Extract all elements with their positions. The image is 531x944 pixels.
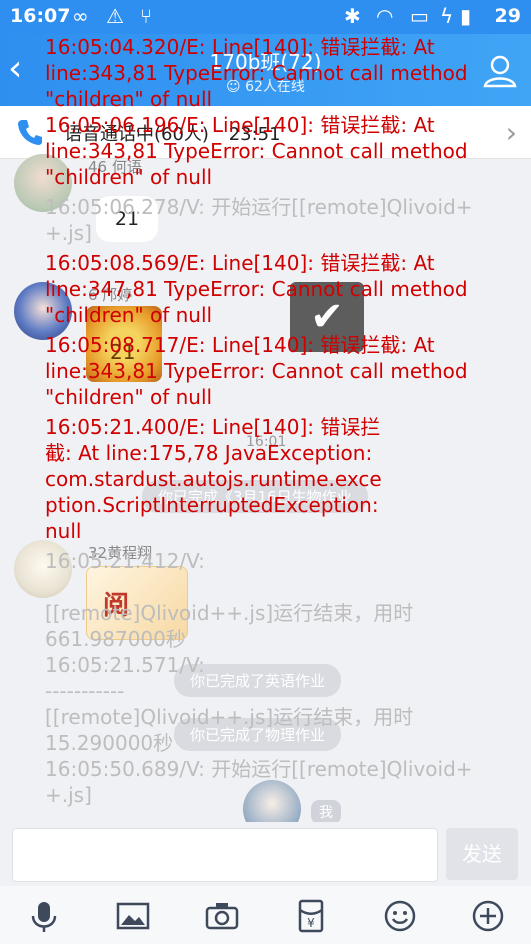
online-icon: ☺ <box>226 79 241 95</box>
usb-icon: ⑂ <box>140 4 152 28</box>
avatar[interactable] <box>14 282 72 340</box>
call-status: 语音通话中(60人) 23:51 <box>64 120 281 146</box>
avatar[interactable] <box>14 540 72 598</box>
system-message: 你已完成了英语作业 <box>174 664 342 697</box>
voice-call-bar[interactable]: 语音通话中(60人) 23:51 › <box>0 106 531 159</box>
camera-icon[interactable] <box>204 898 240 934</box>
sticker-text: 阅 <box>103 591 130 621</box>
charging-icon: ϟ <box>440 4 454 28</box>
avatar[interactable] <box>14 154 72 212</box>
battery-level: 29 <box>494 5 521 27</box>
system-message: 你已完成了物理作业 <box>174 718 342 751</box>
chevron-right-icon: › <box>505 116 517 149</box>
online-text: 62人在线 <box>245 79 305 95</box>
emoji-icon[interactable] <box>382 898 418 934</box>
infinity-icon: ∞ <box>72 4 89 28</box>
group-members-icon[interactable] <box>481 52 519 90</box>
system-message: 你已完成《3月16日生物作业 <box>142 480 368 513</box>
red-packet-icon[interactable]: ¥ <box>293 898 329 934</box>
status-time: 16:07 <box>10 5 71 27</box>
sender-name: 32黄程翔 <box>88 544 153 562</box>
call-duration: 23:51 <box>228 124 281 145</box>
sticker-image[interactable]: 21 <box>86 306 162 382</box>
send-button[interactable]: 发送 <box>446 828 518 880</box>
group-title[interactable]: 170b班(72) <box>0 46 531 75</box>
sticker-image[interactable]: 阅 <box>86 566 188 640</box>
message-input[interactable] <box>12 828 438 882</box>
chat-toolbar: ¥ <box>0 886 531 944</box>
message-bubble[interactable]: 21 <box>96 196 158 242</box>
bluetooth-icon: ✱ <box>344 4 361 28</box>
sender-name: 46 何语 <box>88 158 142 176</box>
online-count: ☺ 62人在线 <box>0 76 531 96</box>
wifi-icon: ◠ <box>376 4 394 28</box>
sticker-text: 21 <box>110 340 136 364</box>
plus-icon[interactable] <box>470 898 506 934</box>
me-label: 我 <box>311 800 341 824</box>
screen-icon: ▭ <box>410 4 429 28</box>
call-label: 语音通话中(60人) <box>64 124 209 145</box>
battery-icon: ▮ <box>460 4 472 28</box>
image-icon[interactable] <box>115 898 151 934</box>
sender-name: 6 邝婷 <box>88 286 133 304</box>
check-icon: ✔ <box>290 282 364 352</box>
warning-icon: ⚠ <box>106 4 124 28</box>
status-bar: 16:07 ∞ ⚠ ⑂ ✱ ◠ ▭ ϟ ▮ 29 <box>0 0 531 34</box>
input-bar: 发送 <box>0 822 531 886</box>
log-line: 16:05:21.400/E: Line[140]: 错误拦 截: At lin… <box>45 415 382 543</box>
phone-icon <box>18 120 42 145</box>
chat-header: ‹ 170b班(72) ☺ 62人在线 <box>0 34 531 106</box>
mic-icon[interactable] <box>26 898 62 934</box>
svg-text:¥: ¥ <box>307 916 315 930</box>
message-time: 16:01 <box>246 434 287 450</box>
